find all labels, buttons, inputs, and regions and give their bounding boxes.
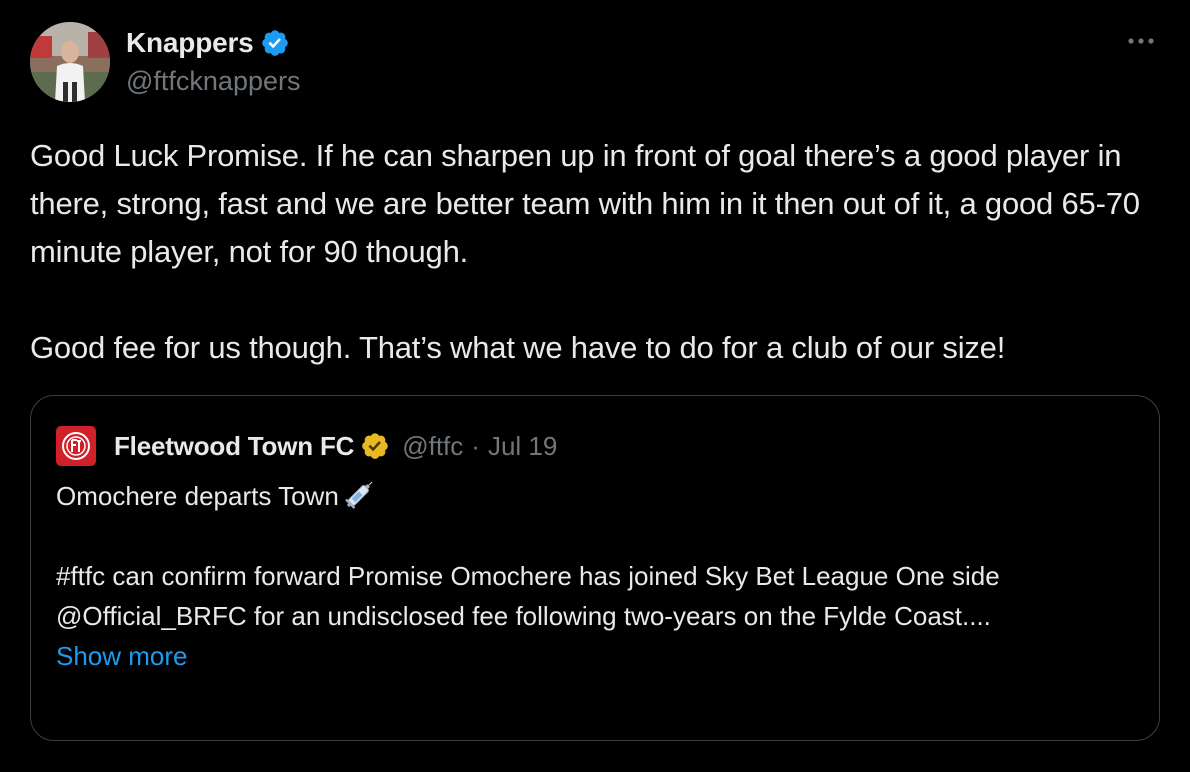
gold-verified-badge-icon[interactable] bbox=[360, 431, 390, 461]
quoted-line-2: #ftfc can confirm forward Promise Omoche… bbox=[56, 561, 1000, 631]
syringe-icon bbox=[343, 477, 377, 511]
club-crest-icon bbox=[62, 432, 90, 460]
quoted-tweet[interactable]: Fleetwood Town FC @ftfc · Jul 19 Omocher… bbox=[30, 395, 1160, 741]
quoted-handle[interactable]: @ftfc bbox=[402, 431, 463, 462]
tweet-paragraph-2: Good fee for us though. That’s what we h… bbox=[30, 330, 1006, 365]
author-handle[interactable]: @ftfcknappers bbox=[126, 66, 301, 97]
meta-separator: · bbox=[471, 430, 480, 461]
author-display-name[interactable]: Knappers bbox=[126, 27, 254, 59]
verified-badge-icon[interactable] bbox=[260, 28, 290, 58]
tweet: Knappers @ftfcknappers Good Luck Promise… bbox=[0, 0, 1190, 772]
quoted-display-name[interactable]: Fleetwood Town FC bbox=[114, 431, 354, 462]
tweet-paragraph-1: Good Luck Promise. If he can sharpen up … bbox=[30, 138, 1140, 269]
quoted-avatar-logo[interactable] bbox=[56, 426, 96, 466]
avatar-photo bbox=[30, 22, 110, 102]
quoted-date[interactable]: Jul 19 bbox=[488, 431, 557, 462]
tweet-text: Good Luck Promise. If he can sharpen up … bbox=[30, 132, 1170, 372]
quoted-tweet-body: Omochere departs Town #ftfc can confirm … bbox=[56, 476, 1136, 676]
quoted-tweet-header: Fleetwood Town FC @ftfc · Jul 19 bbox=[56, 426, 557, 466]
show-more-link[interactable]: Show more bbox=[56, 636, 188, 676]
quoted-headline: Omochere departs Town bbox=[56, 481, 339, 511]
more-options-icon[interactable] bbox=[1124, 26, 1158, 56]
quoted-line-1: Omochere departs Town bbox=[56, 476, 1136, 516]
avatar[interactable] bbox=[30, 22, 110, 102]
author-block: Knappers @ftfcknappers bbox=[126, 26, 301, 97]
name-row: Knappers bbox=[126, 26, 301, 60]
